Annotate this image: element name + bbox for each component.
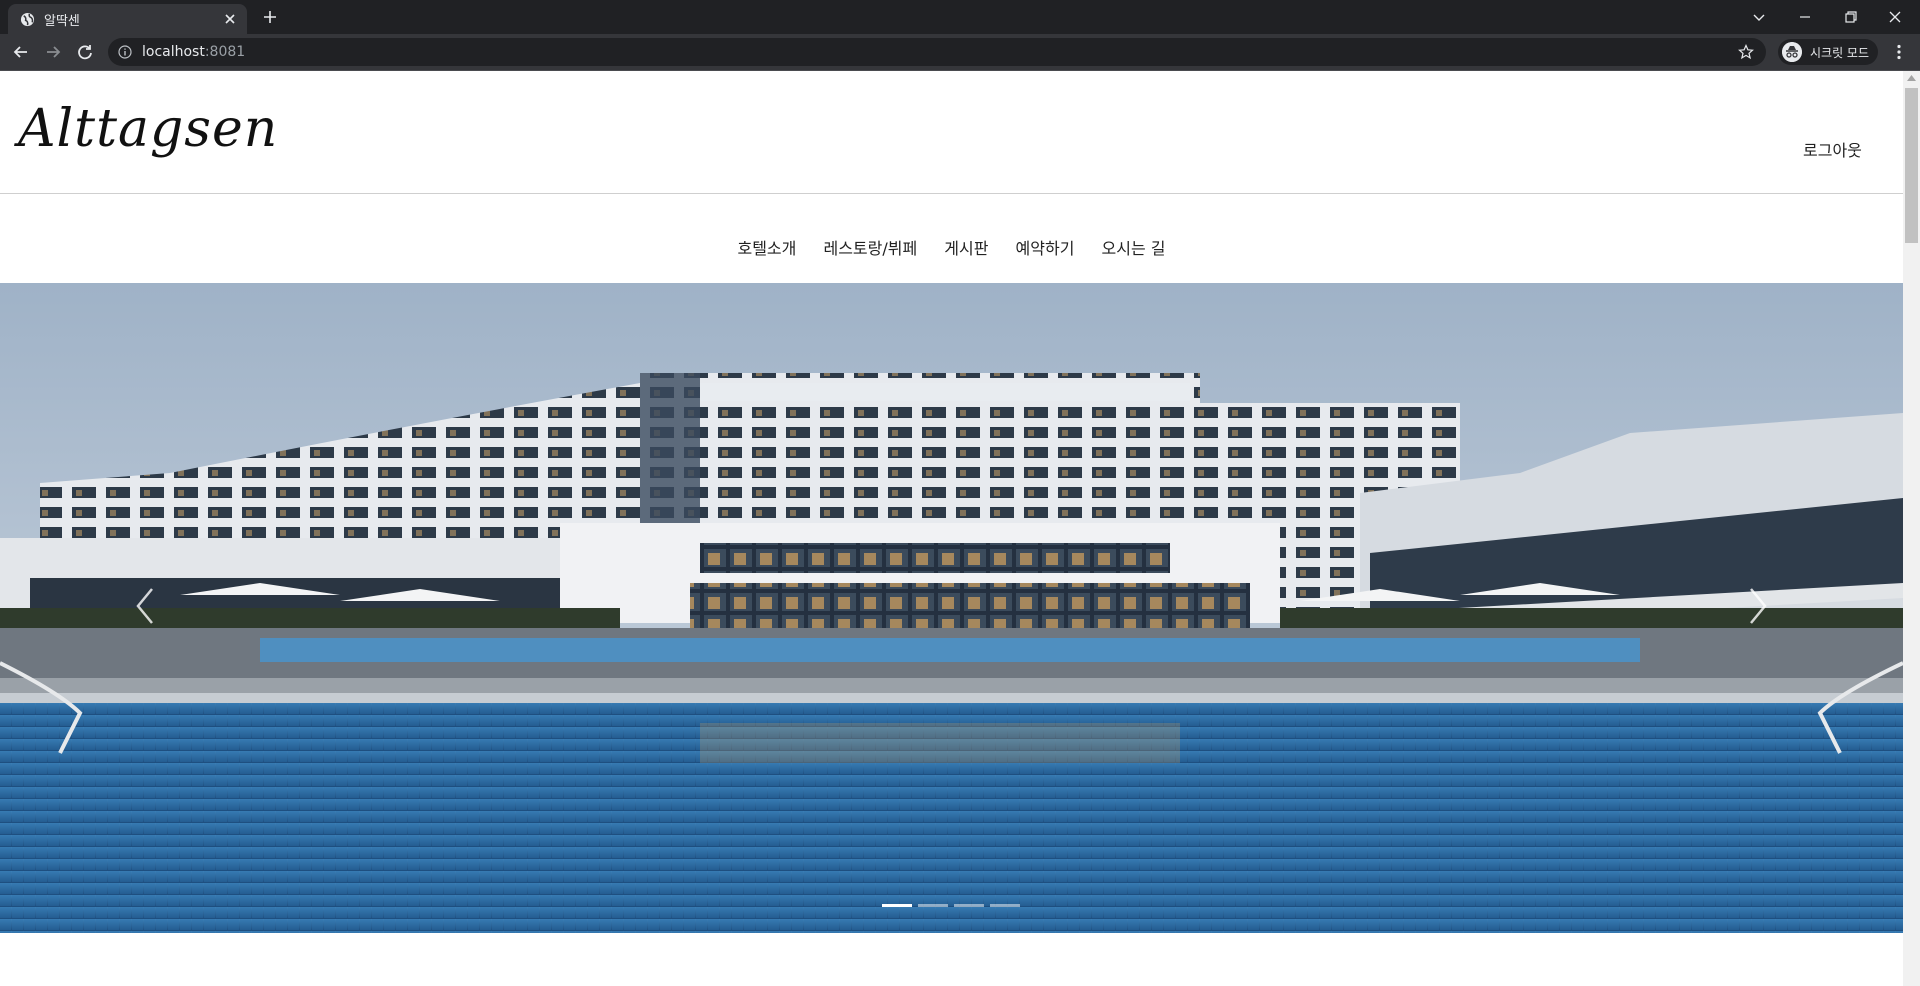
- url-host: localhost: [142, 44, 205, 60]
- info-icon[interactable]: [118, 45, 132, 59]
- carousel-indicator-4[interactable]: [990, 904, 1020, 907]
- hero-carousel: [0, 283, 1903, 933]
- close-icon[interactable]: [223, 12, 237, 26]
- globe-icon: [20, 12, 35, 27]
- chevron-down-icon[interactable]: [1748, 6, 1770, 28]
- page-scrollbar[interactable]: [1903, 71, 1920, 986]
- nav-item-directions[interactable]: 오시는 길: [1102, 235, 1166, 259]
- main-nav: 호텔소개 레스토랑/뷔페 게시판 예약하기 오시는 길: [0, 235, 1903, 259]
- minimize-icon[interactable]: [1794, 6, 1816, 28]
- plus-icon[interactable]: [262, 9, 278, 25]
- incognito-icon: [1782, 42, 1802, 62]
- site-logo[interactable]: Alttagsen: [18, 99, 278, 159]
- carousel-indicators: [882, 904, 1022, 908]
- kebab-menu-icon[interactable]: [1890, 43, 1908, 61]
- browser-toolbar: localhost:8081 시크릿 모드: [0, 34, 1920, 71]
- carousel-indicator-3[interactable]: [954, 904, 984, 907]
- nav-item-hotel-intro[interactable]: 호텔소개: [737, 235, 796, 259]
- restore-icon[interactable]: [1840, 6, 1862, 28]
- carousel-indicator-1[interactable]: [882, 904, 912, 907]
- url-port: :8081: [204, 44, 246, 60]
- browser-tab[interactable]: 알딱센: [8, 4, 247, 34]
- tab-title: 알딱센: [44, 14, 80, 29]
- scrollbar-thumb[interactable]: [1905, 88, 1918, 243]
- address-bar[interactable]: localhost:8081: [108, 38, 1766, 66]
- nav-item-reservation[interactable]: 예약하기: [1016, 235, 1075, 259]
- forward-icon[interactable]: [42, 41, 64, 63]
- header-divider: [0, 193, 1903, 194]
- hotel-pool-photo: [0, 283, 1903, 933]
- url-text: localhost:8081: [142, 44, 245, 60]
- scroll-up-arrow-icon[interactable]: [1907, 75, 1916, 81]
- nav-item-board[interactable]: 게시판: [944, 235, 988, 259]
- star-icon[interactable]: [1738, 44, 1754, 60]
- carousel-prev-control[interactable]: [130, 583, 160, 629]
- incognito-badge[interactable]: 시크릿 모드: [1778, 39, 1878, 65]
- carousel-next-control[interactable]: [1743, 583, 1773, 629]
- carousel-indicator-2[interactable]: [918, 904, 948, 907]
- back-icon[interactable]: [10, 41, 32, 63]
- window-close-icon[interactable]: [1884, 6, 1906, 28]
- browser-tab-strip: 알딱센: [0, 0, 1920, 34]
- nav-item-restaurant-buffet[interactable]: 레스토랑/뷔페: [823, 235, 917, 259]
- incognito-label: 시크릿 모드: [1810, 46, 1870, 60]
- reload-icon[interactable]: [74, 41, 96, 63]
- logout-link[interactable]: 로그아웃: [1803, 137, 1862, 161]
- page-viewport: Alttagsen 로그아웃 호텔소개 레스토랑/뷔페 게시판 예약하기 오시는…: [0, 71, 1903, 986]
